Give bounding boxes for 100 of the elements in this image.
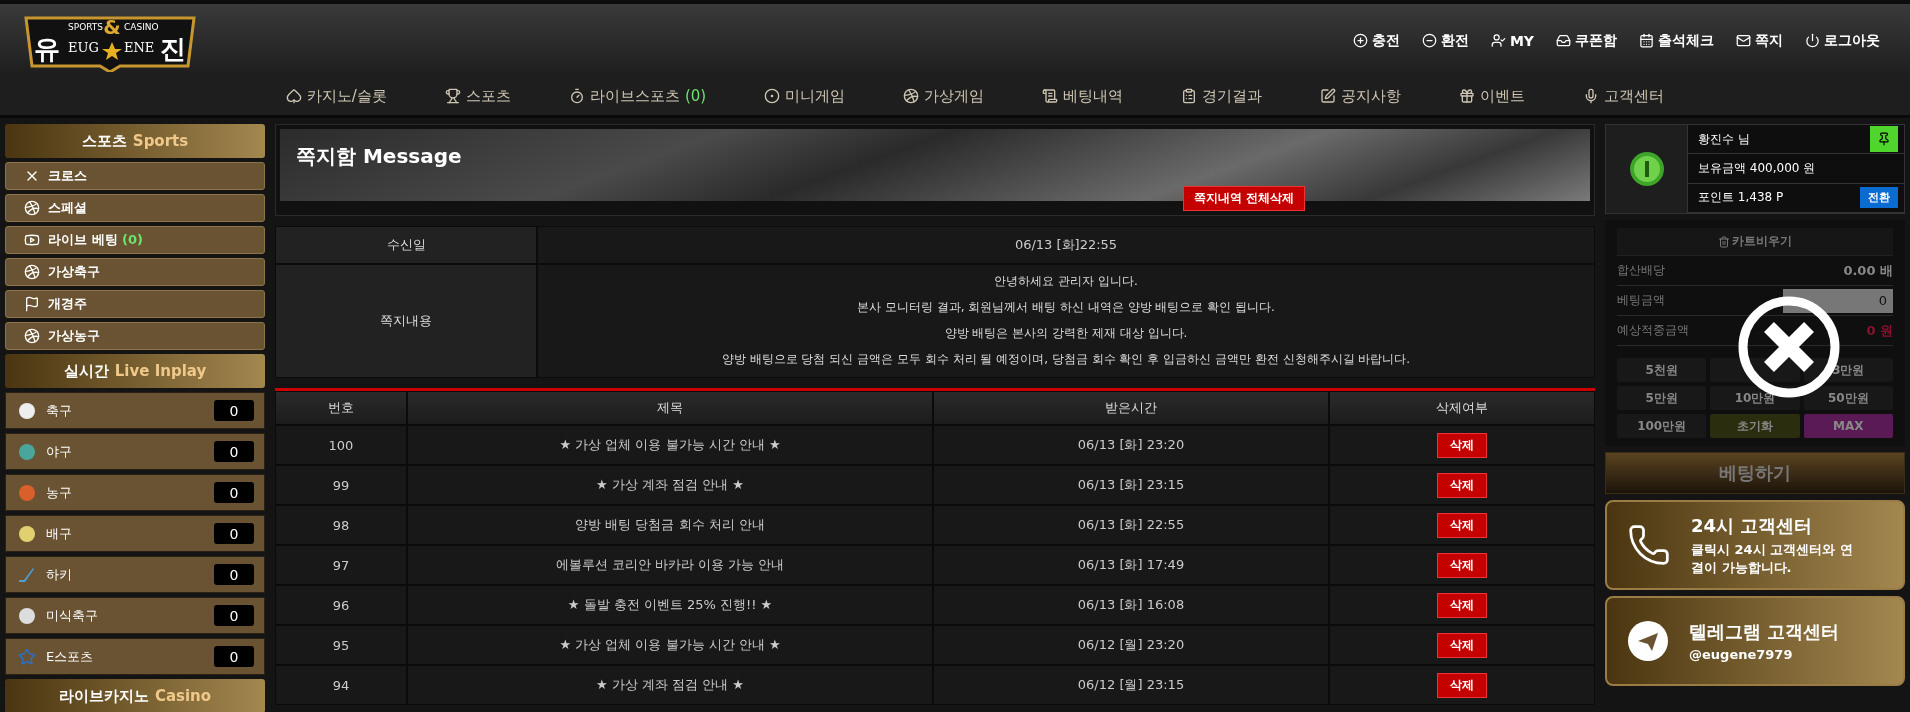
- live-sport-item[interactable]: 미식축구 0: [5, 597, 265, 634]
- delete-button[interactable]: 삭제: [1437, 672, 1487, 698]
- amount-button[interactable]: 5만원: [1617, 386, 1707, 410]
- nav-icon: [1459, 88, 1476, 104]
- support-card[interactable]: 24시 고객센터 클릭시 24시 고객센터와 연결이 가능합니다.: [1605, 500, 1905, 590]
- delete-button[interactable]: 삭제: [1437, 512, 1487, 538]
- support-title: 텔레그램 고객센터: [1689, 620, 1840, 644]
- table-cell[interactable]: ★ 돌발 충전 이벤트 25% 진행!! ★: [407, 585, 933, 625]
- live-sport-item[interactable]: 야구 0: [5, 433, 265, 470]
- amount-button[interactable]: 100만원: [1617, 414, 1707, 438]
- table-cell: 06/13 [화] 23:15: [933, 465, 1329, 505]
- support-card[interactable]: 텔레그램 고객센터 @eugene7979: [1605, 596, 1905, 686]
- delete-button[interactable]: 삭제: [1437, 552, 1487, 578]
- sidebar-label: 스페셜: [48, 199, 87, 217]
- ball-icon: [18, 401, 36, 420]
- delete-button[interactable]: 삭제: [1437, 472, 1487, 498]
- live-sport-item[interactable]: E스포츠 0: [5, 638, 265, 675]
- delete-button[interactable]: 삭제: [1437, 432, 1487, 458]
- ball-icon: [18, 524, 36, 543]
- header-link[interactable]: 쿠폰함: [1556, 31, 1617, 50]
- support-text: 클릭시 24시 고객센터와 연결이 가능합니다.: [1691, 540, 1854, 577]
- ball-icon: [18, 483, 36, 502]
- table-cell: 94: [275, 665, 407, 705]
- nav-item[interactable]: 고객센터: [1583, 86, 1665, 106]
- sidebar-item[interactable]: 가상농구: [5, 322, 265, 350]
- game-count: 0: [214, 605, 254, 626]
- message-line: 양방 배팅은 본사의 강력한 제재 대상 입니다.: [944, 325, 1188, 342]
- table-cell: 06/13 [화] 17:49: [933, 545, 1329, 585]
- live-sport-item[interactable]: 배구 0: [5, 515, 265, 552]
- support-title: 24시 고객센터: [1691, 513, 1814, 538]
- delete-button[interactable]: 삭제: [1437, 592, 1487, 618]
- nav-item[interactable]: 이벤트: [1459, 86, 1526, 106]
- clear-cart-button[interactable]: 카트비우기: [1617, 228, 1893, 256]
- table-cell[interactable]: ★ 가상 업체 이용 불가능 시간 안내 ★: [407, 625, 933, 665]
- amount-button[interactable]: 5천원: [1617, 358, 1707, 382]
- table-cell: 98: [275, 505, 407, 545]
- header-link[interactable]: 쪽지: [1736, 31, 1783, 50]
- header-link-icon: [1556, 33, 1571, 48]
- sidebar-icon: [24, 232, 40, 248]
- sidebar-icon: [24, 200, 40, 216]
- live-sport-item[interactable]: 농구 0: [5, 474, 265, 511]
- nav-item[interactable]: 경기결과: [1181, 86, 1263, 106]
- sidebar-item[interactable]: 크로스: [5, 162, 265, 190]
- sidebar-item[interactable]: 개경주: [5, 290, 265, 318]
- header-link-icon: [1352, 33, 1368, 48]
- table-cell[interactable]: ★ 가상 업체 이용 불가능 시간 안내 ★: [407, 425, 933, 465]
- table-cell: 99: [275, 465, 407, 505]
- nav-icon: [1320, 88, 1337, 104]
- points-text: 포인트 1,438 P: [1698, 189, 1784, 207]
- nav-icon: [903, 88, 920, 104]
- section-subtitle: Sports: [132, 132, 189, 150]
- table-header-cell: 쪽지내용: [275, 264, 537, 378]
- nav-item[interactable]: 라이브스포츠 (0): [568, 86, 707, 106]
- sidebar-item[interactable]: 가상축구: [5, 258, 265, 286]
- header-link[interactable]: MY: [1490, 31, 1534, 50]
- header-link[interactable]: 로그아웃: [1805, 31, 1880, 50]
- header-link[interactable]: 출석체크: [1639, 31, 1714, 50]
- table-header-cell: 수신일: [275, 226, 537, 264]
- nav-icon: [285, 88, 302, 104]
- phone-icon: [1627, 523, 1671, 567]
- game-count: 0: [214, 646, 254, 667]
- table-cell[interactable]: ★ 가상 계좌 점검 안내 ★: [407, 665, 933, 705]
- amount-button[interactable]: 초기화: [1710, 414, 1800, 438]
- send-icon: [1627, 620, 1669, 662]
- game-count: 0: [214, 441, 254, 462]
- pin-button[interactable]: [1870, 126, 1898, 153]
- table-cell: 100: [275, 425, 407, 465]
- table-cell[interactable]: 양방 배팅 당첨금 회수 처리 안내: [407, 505, 933, 545]
- nav-item[interactable]: 가상게임: [903, 86, 985, 106]
- nav-item[interactable]: 스포츠: [444, 86, 511, 106]
- page-title: 쪽지함 Message: [296, 143, 462, 170]
- section-subtitle: Live Inplay: [114, 362, 207, 380]
- header-link[interactable]: 충전: [1352, 31, 1400, 50]
- live-sport-item[interactable]: 하키 0: [5, 556, 265, 593]
- nav-item[interactable]: 공지사항: [1320, 86, 1402, 106]
- table-cell[interactable]: 에볼루션 코리안 바카라 이용 가능 안내: [407, 545, 933, 585]
- delete-all-button[interactable]: 쪽지내역 전체삭제: [1182, 186, 1305, 211]
- live-sport-item[interactable]: 축구 0: [5, 392, 265, 429]
- amount-button[interactable]: 50만원: [1803, 386, 1893, 410]
- balance-text: 보유금액 400,000 원: [1698, 160, 1816, 177]
- sidebar-item[interactable]: 스페셜: [5, 194, 265, 222]
- convert-button[interactable]: 전환: [1860, 187, 1898, 209]
- sidebar-label: 개경주: [48, 295, 87, 313]
- nav-item[interactable]: 미니게임: [764, 86, 846, 106]
- sidebar-item[interactable]: 라이브 베팅 (0): [5, 226, 265, 254]
- sport-label: 미식축구: [46, 606, 99, 625]
- star-icon: [18, 647, 36, 666]
- sidebar-icon: [24, 328, 40, 344]
- header-link-icon: [1421, 33, 1437, 48]
- game-count: 0: [214, 523, 254, 544]
- message-line: 본사 모니터링 결과, 회원님께서 배팅 하신 내역은 양방 배팅으로 확인 됩니다.: [857, 299, 1275, 316]
- delete-button[interactable]: 삭제: [1437, 632, 1487, 658]
- nav-item[interactable]: 카지노/슬롯: [285, 86, 387, 106]
- sidebar-label: 라이브 베팅 (0): [48, 231, 143, 249]
- header-link-icon: [1490, 33, 1506, 48]
- table-cell[interactable]: ★ 가상 계좌 점검 안내 ★: [407, 465, 933, 505]
- sidebar-label: 가상축구: [48, 263, 100, 281]
- header-link[interactable]: 환전: [1421, 31, 1469, 50]
- nav-item[interactable]: 베팅내역: [1042, 86, 1124, 106]
- ball-icon: [18, 606, 36, 625]
